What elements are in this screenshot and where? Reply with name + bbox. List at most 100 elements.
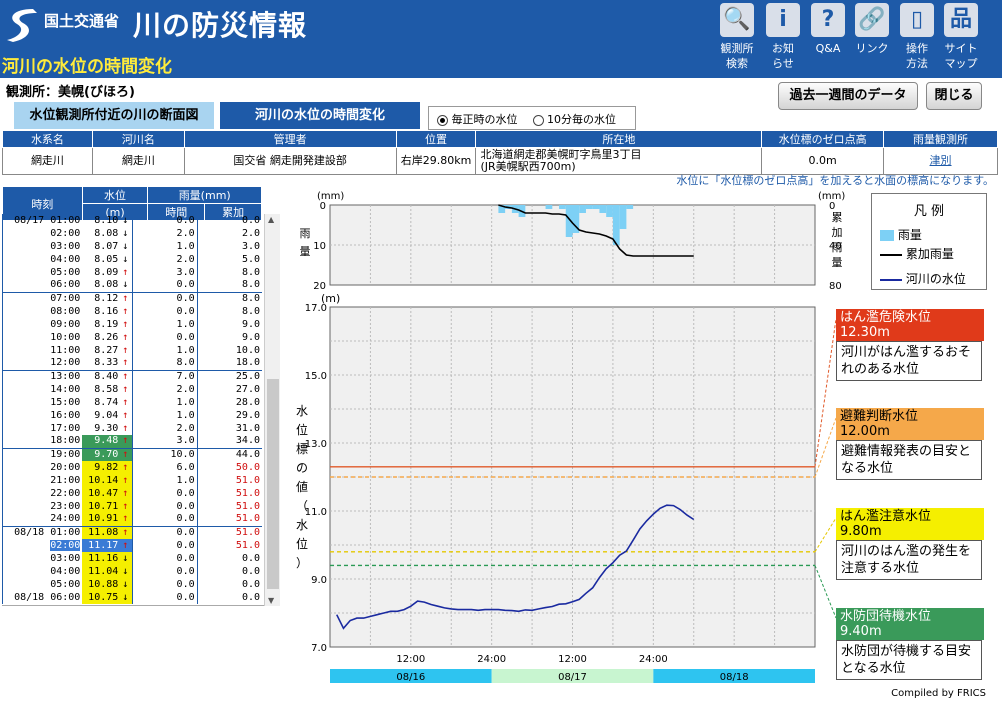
table-row[interactable]: 11:00 8.27 ↑ 1.0 10.0 [2, 344, 262, 357]
rain-tick-label: 20 [313, 281, 326, 292]
nav-label: リンク [855, 42, 889, 55]
table-row[interactable]: 15:00 8.74 ↑ 1.0 28.0 [2, 396, 262, 409]
threshold-name: はん濫危険水位 [840, 310, 932, 325]
manager-value: 国交省 網走開発建設部 [183, 147, 397, 175]
table-row[interactable]: 04:00 11.04 ↓ 0.0 0.0 [2, 565, 262, 578]
trend-arrow-icon: ↑ [120, 539, 133, 552]
cum-rain-axis-label: 雨 [832, 241, 843, 254]
table-row[interactable]: 08/18 01:00 11.08 ↑ 0.0 51.0 [2, 526, 262, 539]
nav-button-link[interactable]: 🔗 リンク [852, 3, 892, 56]
hour-rain-cell: 0.0 [131, 292, 198, 305]
table-row[interactable]: 03:00 8.07 ↓ 1.0 3.0 [2, 240, 262, 253]
level-cell: 10.47 [82, 487, 121, 500]
hourly-radio-label[interactable]: 毎正時の水位 [452, 113, 518, 126]
time-cell: 17:00 [2, 422, 83, 435]
time-cell: 12:00 [2, 357, 83, 371]
hour-rain-cell: 0.0 [131, 279, 198, 293]
table-row[interactable]: 18:00 9.48 ↑ 3.0 34.0 [2, 435, 262, 449]
table-row[interactable]: 05:00 8.09 ↑ 3.0 8.0 [2, 266, 262, 279]
level-cell: 10.75 [82, 591, 121, 604]
table-row[interactable]: 17:00 9.30 ↑ 2.0 31.0 [2, 422, 262, 435]
compiled-credit: Compiled by FRICS [891, 688, 986, 699]
cum-rain-cell: 51.0 [196, 487, 262, 500]
nav-label: 操作 [906, 42, 928, 55]
table-row[interactable]: 23:00 10.71 ↑ 0.0 51.0 [2, 500, 262, 513]
table-row[interactable]: 08/18 06:00 10.75 ↓ 0.0 0.0 [2, 591, 262, 604]
table-row[interactable]: 12:00 8.33 ↑ 8.0 18.0 [2, 357, 262, 371]
water-tick-label: 13.0 [305, 439, 327, 450]
table-row[interactable]: 22:00 10.47 ↑ 0.0 51.0 [2, 487, 262, 500]
date-band-label: 08/18 [720, 672, 749, 683]
nav-button-mouse[interactable]: ▯ 操作 方法 [897, 3, 937, 71]
sitemap-icon: 品 [944, 3, 978, 37]
scroll-up-arrow-icon[interactable]: ▲ [268, 215, 274, 224]
table-row[interactable]: 24:00 10.91 ↑ 0.0 51.0 [2, 513, 262, 527]
table-scrollbar[interactable]: ▲ ▼ [264, 214, 280, 606]
ten-min-radio-label[interactable]: 10分毎の水位 [547, 113, 616, 126]
time-cell: 09:00 [2, 318, 83, 331]
close-button[interactable]: 閉じる [926, 82, 982, 110]
nav-button-question[interactable]: ? Q&A [808, 3, 848, 56]
tab-time-change[interactable]: 河川の水位の時間変化 [220, 102, 420, 129]
cum-rain-cell: 25.0 [196, 370, 262, 383]
table-row[interactable]: 13:00 8.40 ↑ 7.0 25.0 [2, 370, 262, 383]
table-row[interactable]: 02:00 8.08 ↓ 2.0 2.0 [2, 227, 262, 240]
time-cell: 16:00 [2, 409, 83, 422]
nav-button-info[interactable]: i お知 らせ [763, 3, 803, 71]
mouse-icon: ▯ [900, 3, 934, 37]
threshold-name: 避難判断水位 [840, 409, 919, 424]
table-row[interactable]: 03:00 11.16 ↓ 0.0 0.0 [2, 552, 262, 565]
legend-water-label: 河川の水位 [905, 272, 966, 286]
ten-min-radio[interactable] [532, 114, 544, 126]
level-cell: 9.30 [94, 422, 119, 434]
trend-arrow-icon: ↑ [120, 435, 133, 449]
trend-arrow-icon: ↑ [122, 292, 129, 304]
nav-label: お知 [772, 42, 794, 55]
trend-arrow-icon: ↓ [120, 552, 133, 565]
selected-time: 02:00 [50, 539, 81, 551]
table-row[interactable]: 08/17 01:00 8.10 ↓ 0.0 0.0 [2, 214, 262, 227]
site-title[interactable]: 川の防災情報 [133, 4, 307, 44]
table-row[interactable]: 16:00 9.04 ↑ 1.0 29.0 [2, 409, 262, 422]
cum-rain-cell: 9.0 [196, 331, 262, 344]
table-row[interactable]: 10:00 8.26 ↑ 0.0 9.0 [2, 331, 262, 344]
trend-arrow-icon: ↑ [122, 305, 129, 317]
water-level-chart: (mm) (mm)0102004080雨量累加雨量7.09.011.013.015… [296, 191, 845, 683]
table-row[interactable]: 08:00 8.16 ↑ 0.0 8.0 [2, 305, 262, 318]
water-axis-label: 水 [296, 518, 308, 532]
nav-button-search[interactable]: 🔍 観測所 検索 [717, 3, 757, 71]
scrollbar-thumb[interactable] [267, 379, 279, 589]
threshold-name: はん濫注意水位 [840, 509, 932, 524]
tab-cross-section[interactable]: 水位観測所付近の川の断面図 [14, 102, 214, 129]
rain-station-link[interactable]: 津別 [930, 154, 952, 167]
table-row[interactable]: 21:00 10.14 ↑ 1.0 51.0 [2, 474, 262, 487]
col-position: 位置 [395, 130, 477, 148]
table-row[interactable]: 06:00 8.08 ↓ 0.0 8.0 [2, 279, 262, 293]
past-week-button[interactable]: 過去一週間のデータ [778, 82, 918, 110]
table-row[interactable]: 20:00 9.82 ↑ 6.0 50.0 [2, 461, 262, 474]
rain-bar [545, 205, 553, 209]
legend-cum-rain: 累加雨量 [880, 245, 954, 262]
water-axis-label: 値 [296, 479, 308, 494]
system-value: 網走川 [2, 147, 93, 175]
table-row[interactable]: 09:00 8.19 ↑ 1.0 9.0 [2, 318, 262, 331]
water-table-scroll[interactable]: 08/17 01:00 8.10 ↓ 0.0 0.0 02:00 8.08 ↓ 2.0 2.0 03… [2, 214, 280, 606]
table-row[interactable]: 14:00 8.58 ↑ 2.0 27.0 [2, 383, 262, 396]
scroll-down-arrow-icon[interactable]: ▼ [268, 596, 274, 605]
table-row[interactable]: 04:00 8.05 ↓ 2.0 5.0 [2, 253, 262, 266]
nav-button-sitemap[interactable]: 品サイト マップ [941, 3, 981, 71]
table-row[interactable]: 05:00 10.88 ↓ 0.0 0.0 [2, 578, 262, 591]
cum-rain-cell: 29.0 [196, 409, 262, 422]
trend-arrow-icon: ↑ [120, 526, 133, 539]
table-row[interactable]: 02:00 11.17 ↑ 0.0 51.0 [2, 539, 262, 552]
threshold-leader-line [814, 318, 837, 467]
table-row[interactable]: 19:00 9.70 ↑ 10.0 44.0 [2, 448, 262, 461]
hour-rain-cell: 0.0 [131, 565, 198, 578]
threshold-label: はん濫注意水位 9.80m 河川のはん濫の発生を注意する水位 [836, 508, 984, 580]
hour-rain-cell: 0.0 [131, 214, 198, 227]
rain-tick-label: 10 [313, 241, 326, 252]
threshold-title: はん濫注意水位 9.80m [836, 508, 984, 540]
hourly-radio[interactable] [437, 114, 448, 126]
hour-rain-cell: 1.0 [131, 474, 198, 487]
table-row[interactable]: 07:00 8.12 ↑ 0.0 8.0 [2, 292, 262, 305]
